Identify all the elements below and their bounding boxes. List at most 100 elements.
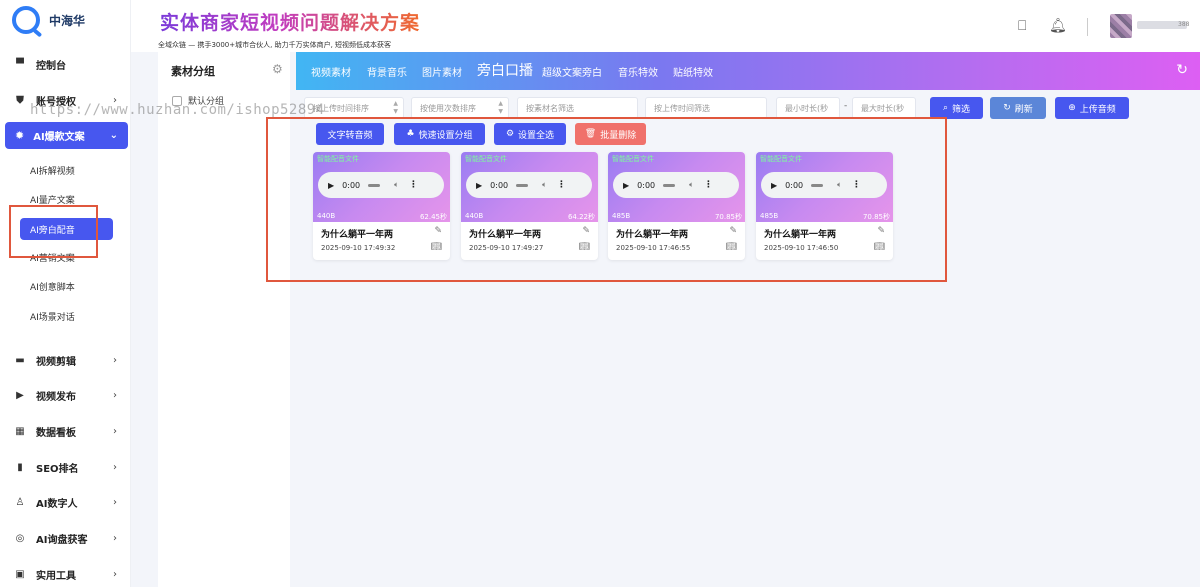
filter-label: 按上传时间排序 xyxy=(313,103,369,113)
edit-icon[interactable]: ✎ xyxy=(582,226,590,236)
audio-card[interactable]: 智能配音文件 ▶ 0:00 🔈︎ ⋮ 440B 62.45秒 为什么躺平一年两 … xyxy=(313,152,450,260)
audio-card[interactable]: 智能配音文件 ▶ 0:00 🔈︎ ⋮ 485B 70.85秒 为什么躺平一年两 … xyxy=(608,152,745,260)
sidebar-item-label: SEO排名 xyxy=(36,463,79,475)
tab-narration[interactable]: 旁白口播 xyxy=(477,60,533,80)
sub-item-ai-mass-copy[interactable]: AI量产文案 xyxy=(30,193,75,209)
max-duration-input[interactable]: 最大时长(秒 xyxy=(852,97,916,119)
play-icon[interactable]: ▶ xyxy=(623,181,629,190)
book-icon[interactable]: ⎕ xyxy=(1018,18,1026,34)
sub-item-ai-marketing-copy[interactable]: AI营销文案 xyxy=(30,251,75,267)
min-duration-input[interactable]: 最小时长(秒 xyxy=(776,97,840,119)
sidebar-item-label: AI询盘获客 xyxy=(36,534,88,546)
sidebar-item-video-edit[interactable]: ▬ 视频剪辑 › xyxy=(0,348,131,372)
range-dash: - xyxy=(844,101,848,111)
tab-sticker-effects[interactable]: 贴纸特效 xyxy=(673,64,713,79)
tab-image-material[interactable]: 图片素材 xyxy=(422,64,462,79)
book-icon[interactable]: 📖︎ xyxy=(726,242,737,252)
trash-icon: 🗑︎ xyxy=(584,129,597,139)
audio-card[interactable]: 智能配音文件 ▶ 0:00 🔈︎ ⋮ 485B 70.85秒 为什么躺平一年两 … xyxy=(756,152,893,260)
card-title: 为什么躺平一年两 xyxy=(469,230,542,240)
logo[interactable]: 中海华 xyxy=(12,6,85,34)
play-icon[interactable]: ▶ xyxy=(328,181,334,190)
tab-super-copy-narration[interactable]: 超级文案旁白 xyxy=(542,64,602,79)
edit-icon[interactable]: ✎ xyxy=(877,226,885,236)
card-title: 为什么躺平一年两 xyxy=(764,230,837,240)
chevron-right-icon: › xyxy=(113,532,117,544)
material-tabbar: 视频素材 背景音乐 图片素材 旁白口播 超级文案旁白 音乐特效 贴纸特效 ↻ xyxy=(296,52,1200,90)
button-label: 批量删除 xyxy=(600,130,637,141)
audio-progress[interactable] xyxy=(368,183,381,187)
name-filter-input[interactable]: 按素材名筛选 xyxy=(517,97,638,119)
play-icon[interactable]: ▶ xyxy=(771,181,777,190)
chevron-right-icon: › xyxy=(113,354,117,366)
button-label: 刷新 xyxy=(1014,104,1033,115)
audio-player[interactable]: ▶ 0:00 🔈︎ ⋮ xyxy=(466,172,592,198)
sidebar-item-ai-inquiry[interactable]: ◎ AI询盘获客 › xyxy=(0,526,131,550)
more-icon[interactable]: ⋮ xyxy=(409,180,418,190)
gear-icon[interactable]: ⚙ xyxy=(272,62,283,76)
tab-bg-music[interactable]: 背景音乐 xyxy=(367,64,407,79)
refresh-icon[interactable]: ↻ xyxy=(1176,62,1188,78)
book-icon[interactable]: 📖︎ xyxy=(431,242,442,252)
book-icon[interactable]: 📖︎ xyxy=(579,242,590,252)
volume-icon[interactable]: 🔈︎ xyxy=(394,180,399,190)
text-to-audio-button[interactable]: 文字转音频 xyxy=(316,123,384,145)
upload-time-filter-input[interactable]: 按上传时间筛选 xyxy=(645,97,767,119)
sub-item-ai-scene-dialog[interactable]: AI场景对话 xyxy=(30,310,75,326)
select-all-button[interactable]: ⚙ 设置全选 xyxy=(494,123,566,145)
audio-player[interactable]: ▶ 0:00 🔈︎ ⋮ xyxy=(318,172,444,198)
sidebar-item-seo-ranking[interactable]: ▮ SEO排名 › xyxy=(0,455,131,479)
card-date: 2025-09-10 17:49:27 xyxy=(469,244,544,252)
sidebar-item-video-publish[interactable]: ▶ 视频发布 › xyxy=(0,383,131,407)
sidebar-item-console[interactable]: ▀ 控制台 xyxy=(0,52,131,76)
more-icon[interactable]: ⋮ xyxy=(557,180,566,190)
toolbox-icon: ▣ xyxy=(15,568,25,580)
sub-item-ai-creative-script[interactable]: AI创意脚本 xyxy=(30,280,75,296)
audio-card[interactable]: 智能配音文件 ▶ 0:00 🔈︎ ⋮ 440B 64.22秒 为什么躺平一年两 … xyxy=(461,152,598,260)
sidebar-item-ai-copywriting[interactable]: ✹ AI爆款文案 ⌄ xyxy=(5,122,128,149)
more-icon[interactable]: ⋮ xyxy=(852,180,861,190)
tab-video-material[interactable]: 视频素材 xyxy=(311,64,351,79)
volume-icon[interactable]: 🔈︎ xyxy=(689,180,694,190)
page-subtitle: 全域众链 — 携手3000+城市合伙人, 助力千万实体商户, 短视频低成本获客 xyxy=(158,41,392,49)
card-date: 2025-09-10 17:46:50 xyxy=(764,244,839,252)
batch-delete-button[interactable]: 🗑︎ 批量删除 xyxy=(575,123,646,145)
sidebar-item-ai-digital-human[interactable]: ♙ AI数字人 › xyxy=(0,490,131,514)
tab-music-effects[interactable]: 音乐特效 xyxy=(618,64,658,79)
chevron-right-icon: › xyxy=(113,461,117,473)
bell-icon[interactable]: 🔔︎ xyxy=(1049,18,1067,34)
sidebar-item-tools[interactable]: ▣ 实用工具 › xyxy=(0,562,131,586)
refresh-icon: ↻ xyxy=(1003,103,1011,113)
sub-item-label: AI旁白配音 xyxy=(30,225,75,236)
audio-player[interactable]: ▶ 0:00 🔈︎ ⋮ xyxy=(761,172,887,198)
more-icon[interactable]: ⋮ xyxy=(704,180,713,190)
volume-icon[interactable]: 🔈︎ xyxy=(837,180,842,190)
quick-group-button[interactable]: ♣ 快速设置分组 xyxy=(394,123,485,145)
edit-icon[interactable]: ✎ xyxy=(434,226,442,236)
refresh-button[interactable]: ↻ 刷新 xyxy=(990,97,1046,119)
brand-name: 中海华 xyxy=(49,13,86,28)
filter-placeholder: 最大时长(秒 xyxy=(861,103,905,113)
filter-label: 按使用次数排序 xyxy=(420,103,476,113)
audio-progress[interactable] xyxy=(516,183,529,187)
audio-player[interactable]: ▶ 0:00 🔈︎ ⋮ xyxy=(613,172,739,198)
sub-item-ai-narration[interactable]: AI旁白配音 xyxy=(20,218,113,240)
audio-time: 0:00 xyxy=(490,180,509,190)
sidebar-item-dashboard[interactable]: ▦ 数据看板 › xyxy=(0,419,131,443)
play-icon[interactable]: ▶ xyxy=(476,181,482,190)
upload-audio-button[interactable]: ⊕ 上传音频 xyxy=(1055,97,1129,119)
button-label: 文字转音频 xyxy=(327,130,373,141)
group-default-checkbox[interactable]: 默认分组 xyxy=(172,94,224,107)
audio-progress[interactable] xyxy=(811,183,824,187)
sidebar-item-account-auth[interactable]: ⛊ 账号授权 › xyxy=(0,88,131,112)
sub-item-ai-video-breakdown[interactable]: AI拆解视频 xyxy=(30,164,75,180)
edit-icon[interactable]: ✎ xyxy=(729,226,737,236)
book-icon[interactable]: 📖︎ xyxy=(874,242,885,252)
audio-progress[interactable] xyxy=(663,183,676,187)
sidebar-item-label: 控制台 xyxy=(36,60,66,72)
volume-icon[interactable]: 🔈︎ xyxy=(542,180,547,190)
avatar[interactable] xyxy=(1110,14,1132,38)
filter-button[interactable]: ⌕ 筛选 xyxy=(930,97,983,119)
upload-time-sort-select[interactable]: 按上传时间排序 ▲ ▼ xyxy=(304,97,404,119)
usage-sort-select[interactable]: 按使用次数排序 ▲ ▼ xyxy=(411,97,509,119)
